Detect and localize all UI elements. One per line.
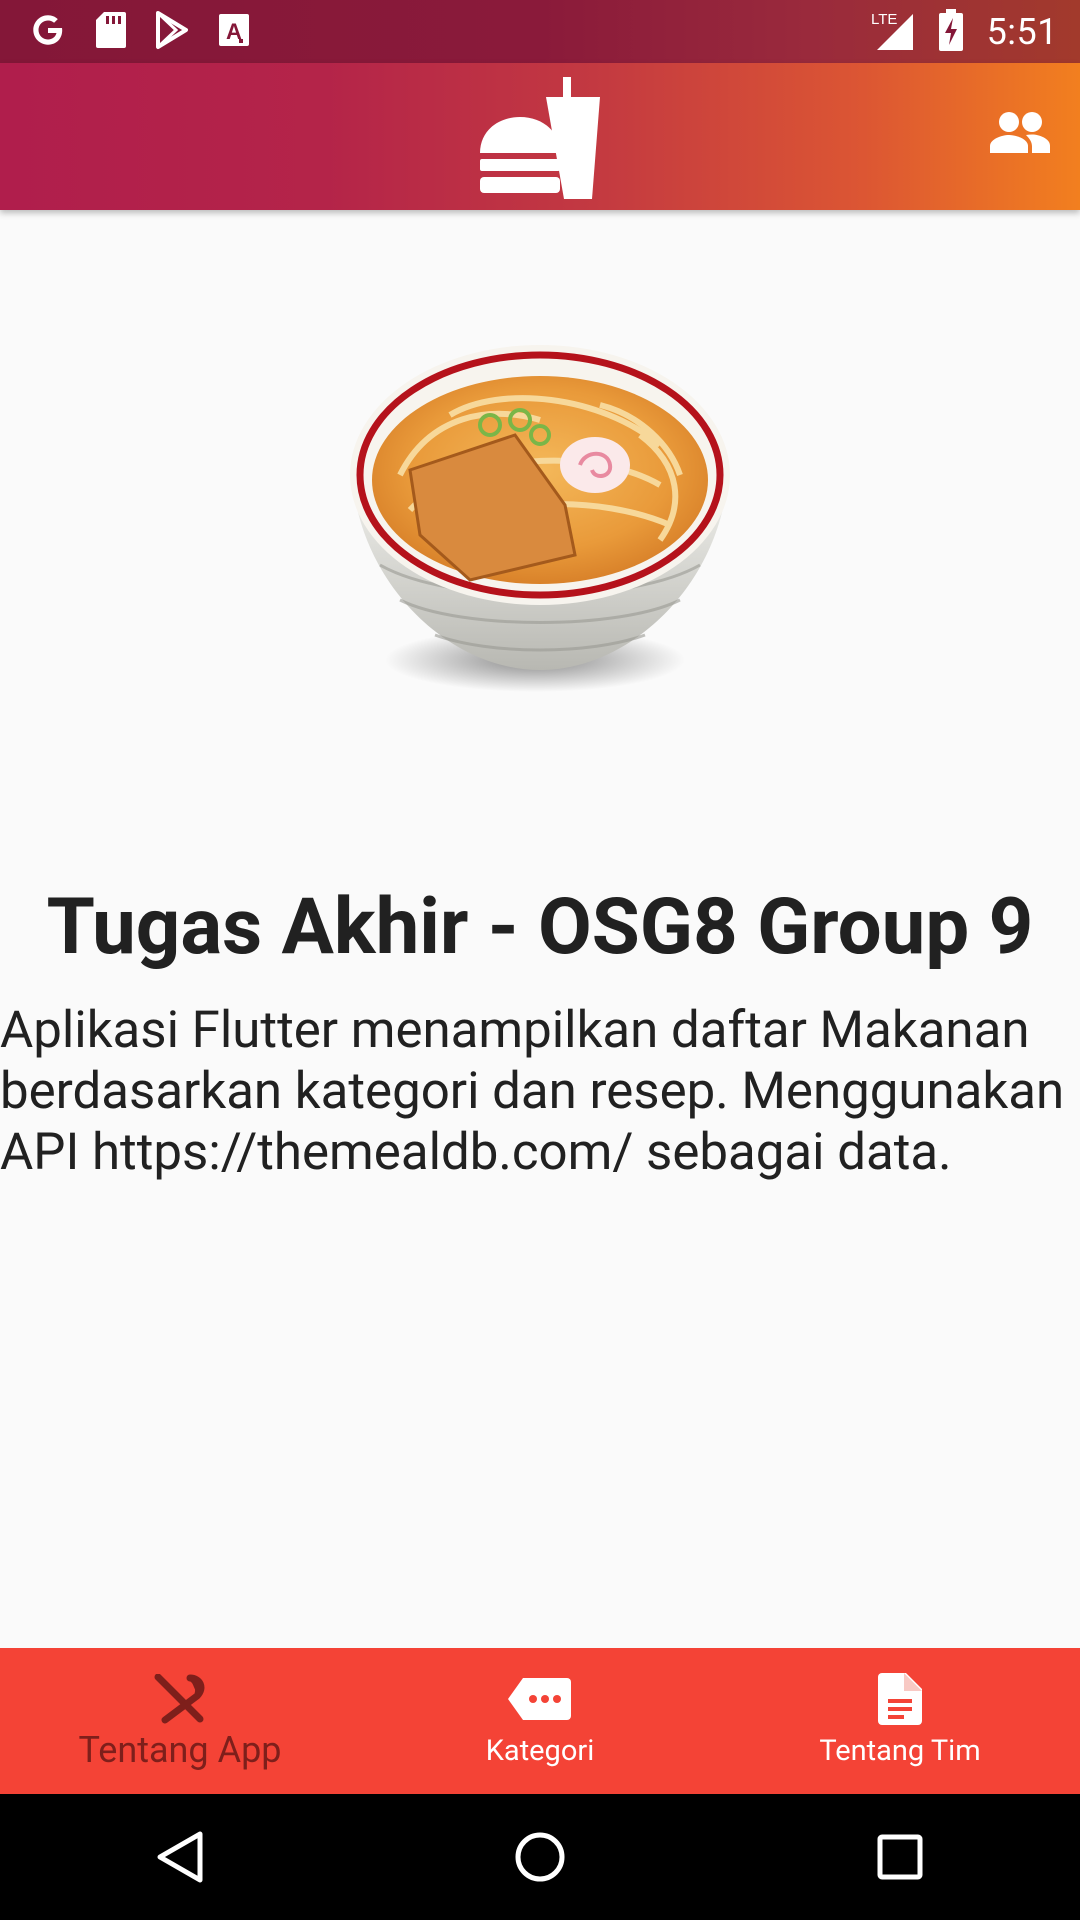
nav-label: Tentang Tim bbox=[819, 1734, 981, 1768]
sd-card-icon bbox=[94, 10, 128, 54]
a-icon: A bbox=[218, 13, 250, 51]
fastfood-icon bbox=[478, 75, 602, 203]
app-description: Aplikasi Flutter menampilkan daftar Maka… bbox=[0, 1001, 1065, 1182]
system-navigation-bar bbox=[0, 1794, 1080, 1920]
nav-label: Tentang App bbox=[78, 1729, 282, 1771]
recents-button[interactable] bbox=[840, 1794, 960, 1920]
status-bar: A LTE 5:51 bbox=[0, 0, 1080, 63]
app-bar bbox=[0, 63, 1080, 210]
bottom-navigation: Tentang App Kategori Tentang Tim bbox=[0, 1648, 1080, 1794]
play-store-icon bbox=[154, 10, 192, 54]
svg-text:LTE: LTE bbox=[871, 11, 897, 28]
nav-tentang-tim[interactable]: Tentang Tim bbox=[720, 1648, 1080, 1794]
back-button[interactable] bbox=[120, 1794, 240, 1920]
back-icon bbox=[157, 1831, 203, 1883]
signal-icon: LTE bbox=[869, 8, 915, 56]
nav-tentang-app[interactable]: Tentang App bbox=[0, 1648, 360, 1794]
document-icon bbox=[878, 1673, 922, 1725]
google-icon bbox=[28, 10, 68, 54]
recents-icon bbox=[877, 1834, 923, 1880]
nav-label: Kategori bbox=[485, 1734, 595, 1768]
nav-kategori[interactable]: Kategori bbox=[360, 1648, 720, 1794]
home-button[interactable] bbox=[480, 1794, 600, 1920]
udon-bowl-illustration bbox=[340, 325, 740, 705]
team-button[interactable] bbox=[990, 111, 1050, 157]
page-title: Tugas Akhir - OSG8 Group 9 bbox=[46, 882, 1034, 973]
people-icon bbox=[990, 112, 1050, 154]
more-tag-icon bbox=[508, 1678, 571, 1720]
system-status: LTE 5:51 bbox=[869, 8, 1058, 56]
clock: 5:51 bbox=[986, 11, 1058, 53]
battery-charging-icon bbox=[938, 9, 963, 55]
home-icon bbox=[515, 1832, 565, 1882]
notification-icons: A bbox=[28, 10, 250, 54]
restaurant-icon bbox=[154, 1674, 205, 1724]
